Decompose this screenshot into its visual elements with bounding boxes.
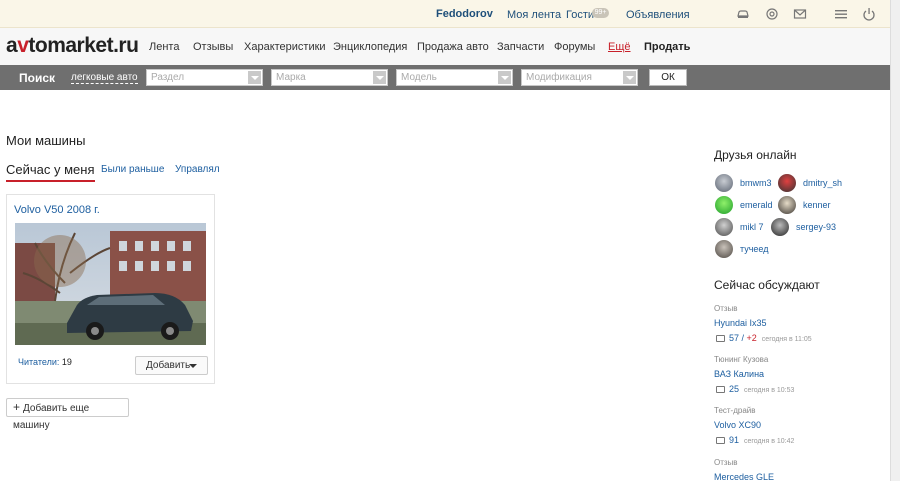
discussion-category: Отзыв (714, 458, 738, 467)
readers-count[interactable]: Читатели: 19 (18, 357, 72, 367)
logo-v: v (17, 34, 29, 57)
username-link[interactable]: Fedodorov (436, 8, 493, 20)
add-car-label: Добавить еще машину (13, 403, 90, 431)
friend-name: sergey-93 (796, 222, 837, 232)
comment-count[interactable]: 57 (729, 333, 739, 343)
discussion-time: сегодня в 10:53 (744, 387, 795, 394)
readers-value: 19 (61, 357, 72, 367)
my-feed-link[interactable]: Моя лента (507, 9, 561, 21)
nav-feed[interactable]: Лента (149, 41, 179, 53)
car-title-link[interactable]: Volvo V50 2008 г. (14, 204, 100, 216)
search-ok-button[interactable]: ОК (649, 69, 687, 86)
model-select[interactable]: Модель (396, 69, 513, 86)
nav-car-sales[interactable]: Продажа авто (417, 41, 489, 53)
discussions-title: Сейчас обсуждают (714, 278, 820, 292)
comment-icon (716, 437, 725, 444)
add-dropdown-button[interactable]: Добавить (135, 356, 208, 375)
discussion-category: Отзыв (714, 304, 738, 313)
brand-select-placeholder: Марка (276, 72, 306, 83)
vehicle-kind-link[interactable]: легковые авто (71, 72, 138, 84)
chevron-down-icon (498, 71, 511, 84)
nav-sell[interactable]: Продать (644, 41, 690, 53)
comment-icon (716, 335, 725, 342)
discussion-meta: 25 сегодня в 10:53 (716, 384, 794, 394)
nav-forums[interactable]: Форумы (554, 41, 595, 53)
comment-count[interactable]: 91 (729, 435, 739, 445)
brand-select[interactable]: Марка (271, 69, 388, 86)
ads-link[interactable]: Объявления (626, 9, 690, 21)
tab-previous[interactable]: Были раньше (101, 164, 164, 175)
mail-icon[interactable] (793, 7, 807, 21)
friend-name: bmwm3 (740, 178, 772, 188)
friend-name: mikl 7 (740, 222, 764, 232)
power-icon[interactable] (862, 7, 876, 21)
readers-label: Читатели: (18, 357, 60, 367)
friend-name: тучеед (740, 244, 769, 254)
add-car-button[interactable]: + Добавить еще машину (6, 398, 129, 431)
main-header: avtomarket.ru Лента Отзывы Характеристик… (0, 28, 890, 65)
nav-reviews[interactable]: Отзывы (193, 41, 233, 53)
discussion-meta: 91 сегодня в 10:42 (716, 435, 794, 445)
friend-name: kenner (803, 200, 831, 210)
chevron-down-icon (623, 71, 636, 84)
comment-count[interactable]: 25 (729, 384, 739, 394)
avatar (771, 218, 789, 236)
site-logo[interactable]: avtomarket.ru (6, 34, 139, 58)
friends-online-title: Друзья онлайн (714, 148, 797, 162)
guests-badge: 99+ (592, 8, 609, 18)
discussion-category: Тест-драйв (714, 406, 756, 415)
avatar (778, 196, 796, 214)
at-icon[interactable] (765, 7, 779, 21)
avatar (715, 218, 733, 236)
modification-select-placeholder: Модификация (526, 72, 592, 83)
discussion-topic-link[interactable]: ВАЗ Калина (714, 369, 764, 379)
friend-name: emerald (740, 200, 773, 210)
discussion-category: Тюнинг Кузова (714, 355, 769, 364)
model-select-placeholder: Модель (401, 72, 437, 83)
discussion-time: сегодня в 10:42 (744, 438, 795, 445)
discussion-topic-link[interactable]: Volvo XC90 (714, 420, 761, 430)
section-select[interactable]: Раздел (146, 69, 263, 86)
avatar (778, 174, 796, 192)
car-card: Volvo V50 2008 г. Читатели: 19 Добавить (6, 194, 215, 384)
chevron-down-icon (373, 71, 386, 84)
logo-prefix: a (6, 34, 18, 57)
page-title: Мои машины (6, 133, 86, 148)
friend-name: dmitry_sh (803, 178, 843, 188)
logo-rest: tomarket.ru (28, 34, 139, 57)
menu-icon[interactable] (834, 7, 848, 21)
comment-icon (716, 386, 725, 393)
nav-specs[interactable]: Характеристики (244, 41, 326, 53)
nav-encyclopedia[interactable]: Энциклопедия (333, 41, 407, 53)
discussion-meta: 57 / +2 сегодня в 11:05 (716, 333, 812, 343)
user-bar: Fedodorov Моя лента Гости 99+ Объявления (0, 0, 890, 28)
nav-parts[interactable]: Запчасти (497, 41, 544, 53)
discussion-topic-link[interactable]: Hyundai Ix35 (714, 318, 767, 328)
search-title: Поиск (19, 71, 56, 85)
section-select-placeholder: Раздел (151, 72, 185, 83)
tab-driven[interactable]: Управлял (175, 164, 220, 175)
page-scrollbar[interactable] (890, 0, 900, 481)
plus-icon: + (13, 400, 21, 414)
chevron-down-icon (248, 71, 261, 84)
avatar (715, 174, 733, 192)
car-photo[interactable] (15, 223, 206, 345)
avatar (715, 196, 733, 214)
avatar (715, 240, 733, 258)
discussion-time: сегодня в 11:05 (761, 336, 812, 343)
guests-link[interactable]: Гости (566, 9, 594, 21)
new-comment-count[interactable]: +2 (747, 333, 757, 343)
modification-select[interactable]: Модификация (521, 69, 638, 86)
tab-current[interactable]: Сейчас у меня (6, 162, 95, 182)
nav-more[interactable]: Ещё (608, 41, 631, 53)
search-bar: Поиск легковые авто Раздел Марка Модель … (0, 65, 890, 90)
car-icon[interactable] (736, 7, 750, 21)
